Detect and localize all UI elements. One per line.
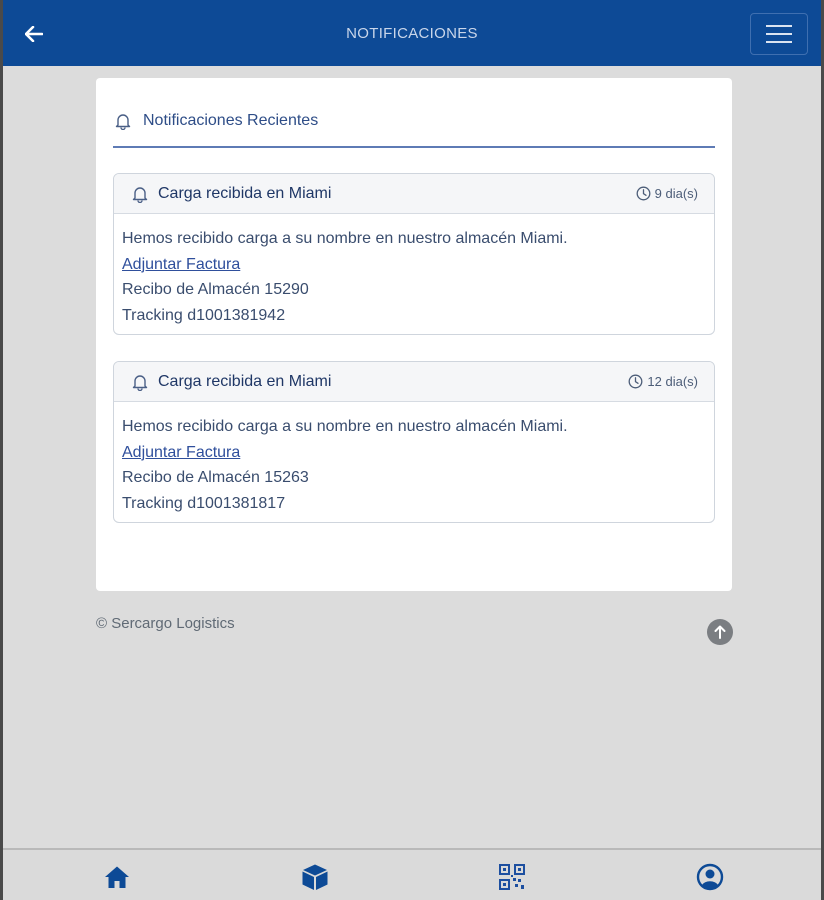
notification-card: Carga recibida en Miami 12 dia(s) Hemos … [113,361,715,523]
nav-qr-button[interactable] [497,862,527,892]
notification-title: Carga recibida en Miami [158,372,332,390]
top-bar: NOTIFICACIONES [0,0,824,66]
tracking-number: Tracking d1001381942 [122,306,286,324]
qr-code-icon [499,864,525,890]
user-circle-icon [696,863,724,891]
tracking-number: Tracking d1001381817 [122,494,286,512]
nav-home-button[interactable] [102,862,132,892]
notification-title: Carga recibida en Miami [158,184,332,202]
home-icon [105,866,129,888]
clock-icon [636,186,651,201]
package-icon [302,864,328,890]
bell-icon [115,114,131,130]
bell-icon [132,185,148,203]
attach-invoice-link[interactable]: Adjuntar Factura [122,440,240,466]
panel-header: Notificaciones Recientes [113,112,715,148]
time-label: 12 dia(s) [647,374,698,389]
page-title: NOTIFICACIONES [346,24,478,42]
attach-invoice-link[interactable]: Adjuntar Factura [122,252,240,278]
card-body: Hemos recibido carga a su nombre en nues… [114,402,714,516]
notification-time: 12 dia(s) [628,374,698,389]
notification-message: Hemos recibido carga a su nombre en nues… [122,230,568,247]
notification-time: 9 dia(s) [636,186,698,201]
copyright-text: © Sercargo Logistics [96,615,235,632]
back-button[interactable] [20,20,48,48]
hamburger-icon [766,25,792,27]
bell-icon [132,373,148,391]
panel-title: Notificaciones Recientes [143,112,319,129]
time-label: 9 dia(s) [654,186,698,201]
card-header: Carga recibida en Miami 9 dia(s) [114,174,714,214]
notification-card: Carga recibida en Miami 9 dia(s) Hemos r… [113,173,715,335]
notifications-panel: Notificaciones Recientes Carga recibida … [96,78,732,591]
warehouse-receipt: Recibo de Almacén 15290 [122,281,309,298]
arrow-left-icon [25,26,43,42]
nav-packages-button[interactable] [300,862,330,892]
warehouse-receipt: Recibo de Almacén 15263 [122,469,309,486]
arrow-up-icon [714,625,726,639]
scroll-to-top-button[interactable] [707,619,733,645]
card-body: Hemos recibido carga a su nombre en nues… [114,214,714,328]
menu-button[interactable] [750,13,808,55]
notification-message: Hemos recibido carga a su nombre en nues… [122,418,568,435]
nav-profile-button[interactable] [695,862,725,892]
bottom-navigation [0,848,824,900]
clock-icon [628,374,643,389]
card-header: Carga recibida en Miami 12 dia(s) [114,362,714,402]
